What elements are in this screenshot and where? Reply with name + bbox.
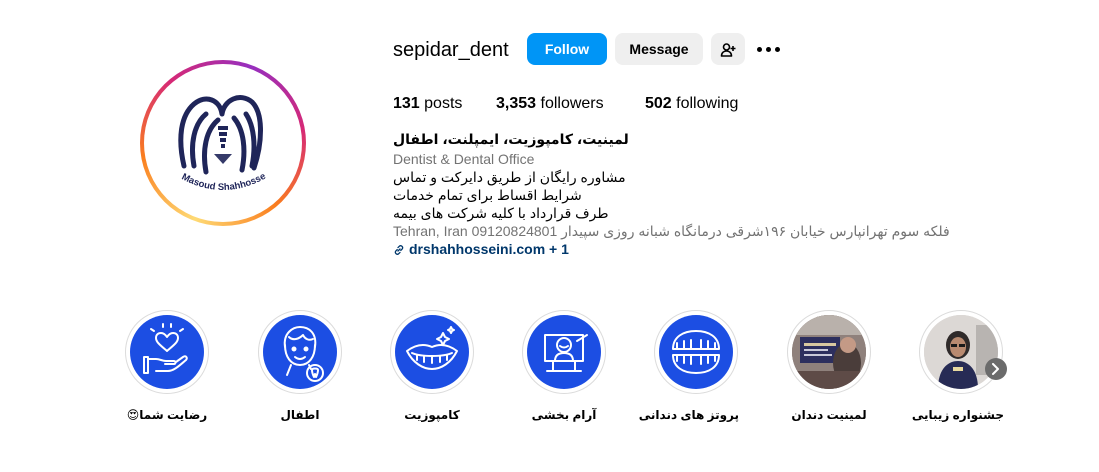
bio-line: شرایط اقساط برای تمام خدمات (393, 187, 582, 203)
highlight-label: کامپوزیت (404, 408, 460, 422)
suggest-accounts-button[interactable] (711, 33, 745, 65)
smile-sparkle-icon (406, 326, 458, 370)
child-tooth-icon (283, 326, 324, 382)
highlight-item[interactable]: اطفال (257, 310, 343, 422)
bio-line: مشاوره رایگان از طریق دایرکت و تماس (393, 169, 626, 185)
followers-count[interactable]: 3,353 followers (496, 94, 604, 114)
laminate-photo (792, 315, 866, 389)
bio-name: لمینیت، کامپوزیت، ایمپلنت، اطفال (393, 131, 629, 147)
highlight-label: اطفال (280, 408, 320, 422)
link-extra[interactable]: + 1 (549, 241, 569, 257)
highlight-item[interactable]: رضایت شما😍 (124, 310, 210, 422)
more-options-icon[interactable] (756, 38, 782, 60)
highlight-label: آرام بخشی (531, 408, 597, 422)
profile-avatar[interactable]: Dr.Masoud Shahhosseini (140, 60, 306, 226)
chevron-right-icon (992, 363, 999, 375)
highlight-label: جشنواره زیبایی (911, 408, 1004, 422)
add-user-icon (720, 43, 736, 57)
beauty-festival-photo (924, 315, 998, 389)
sedation-icon (544, 334, 588, 372)
highlights-next-button[interactable] (985, 358, 1007, 380)
highlight-item[interactable]: کامپوزیت (389, 310, 475, 422)
highlight-label: لمینیت دندان (791, 408, 867, 422)
avatar-frame: Dr.Masoud Shahhosseini (144, 64, 302, 222)
link-icon (394, 245, 404, 255)
bio-line: طرف قرارداد با کلیه شرکت های بیمه (393, 205, 609, 221)
following-count[interactable]: 502 following (645, 94, 738, 114)
message-button[interactable]: Message (615, 33, 703, 65)
highlight-label: رضایت شما😍 (126, 408, 208, 422)
bio-link[interactable]: drshahhosseini.com + 1 (393, 240, 569, 258)
posts-count: 131 posts (393, 95, 463, 112)
denture-icon (672, 330, 720, 374)
highlight-item[interactable]: آرام بخشی (521, 310, 607, 422)
bio-address: Tehran, Iran 09120824801 فلکه سوم تهرانپ… (393, 223, 950, 239)
highlight-label: پروتز های دندانی (638, 408, 739, 422)
heart-hand-icon (143, 323, 188, 374)
link-text[interactable]: drshahhosseini.com (409, 241, 545, 257)
bio-category: Dentist & Dental Office (393, 151, 535, 167)
username: sepidar_dent (393, 39, 509, 61)
clinic-logo: Dr.Masoud Shahhosseini (150, 70, 296, 216)
follow-button[interactable]: Follow (527, 33, 607, 65)
highlight-item[interactable]: لمینیت دندان (786, 310, 872, 422)
highlight-item[interactable]: پروتز های دندانی (638, 310, 739, 422)
